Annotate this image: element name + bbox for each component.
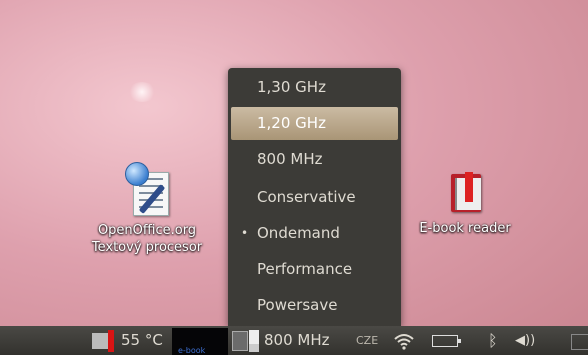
menu-item-performance[interactable]: Performance — [231, 253, 398, 286]
menu-item-label: Powersave — [257, 296, 338, 314]
cpu-load-bar-icon — [249, 330, 259, 352]
bluetooth-icon[interactable]: ᛒ — [488, 326, 498, 355]
radio-check-icon: • — [241, 226, 249, 240]
desktop-icon-label-line1: OpenOffice.org — [97, 223, 197, 238]
bottom-panel: 55 °C e-book 800 MHz CZE ᛒ ◀)) — [0, 326, 588, 355]
menu-item-1-30-ghz[interactable]: 1,30 GHz — [231, 71, 398, 104]
cpu-chip-icon — [232, 331, 248, 351]
menu-item-ondemand[interactable]: • Ondemand — [231, 217, 398, 250]
menu-item-label: Conservative — [257, 188, 356, 206]
menu-item-label: 1,30 GHz — [257, 78, 326, 96]
obscured-label: e-book — [178, 346, 206, 355]
system-monitor-graph[interactable]: e-book — [172, 328, 228, 355]
cpu-frequency-indicator[interactable]: 800 MHz — [264, 326, 330, 355]
desktop-icon-label-line2: Textový procesor — [91, 240, 203, 255]
writer-document-icon — [125, 162, 169, 216]
desktop-icon-ebook-reader[interactable]: E-book reader — [400, 170, 530, 237]
desktop-icon-label: E-book reader — [419, 221, 511, 236]
menu-item-800-mhz[interactable]: 800 MHz — [231, 143, 398, 176]
temperature-readout[interactable]: 55 °C — [121, 326, 163, 355]
keyboard-layout-indicator[interactable]: CZE — [356, 326, 378, 355]
messaging-envelope-icon[interactable] — [571, 334, 588, 350]
battery-icon[interactable] — [432, 335, 461, 347]
desktop-glow — [128, 82, 156, 102]
menu-item-1-20-ghz[interactable]: 1,20 GHz — [231, 107, 398, 140]
volume-icon[interactable]: ◀)) — [515, 326, 535, 355]
menu-item-label: 800 MHz — [257, 150, 323, 168]
menu-item-powersave[interactable]: Powersave — [231, 289, 398, 322]
menu-item-conservative[interactable]: Conservative — [231, 181, 398, 214]
desktop-icon-openoffice-writer[interactable]: OpenOffice.org Textový procesor — [62, 162, 232, 256]
menu-item-label: 1,20 GHz — [257, 114, 326, 132]
menu-item-label: Ondemand — [257, 224, 340, 242]
temperature-sensor-icon[interactable] — [92, 333, 108, 349]
menu-item-label: Performance — [257, 260, 353, 278]
cpu-frequency-menu: 1,30 GHz 1,20 GHz 800 MHz Conservative •… — [228, 68, 401, 326]
book-icon — [443, 170, 487, 214]
wifi-icon[interactable] — [393, 332, 415, 350]
temperature-level-icon — [108, 330, 114, 352]
